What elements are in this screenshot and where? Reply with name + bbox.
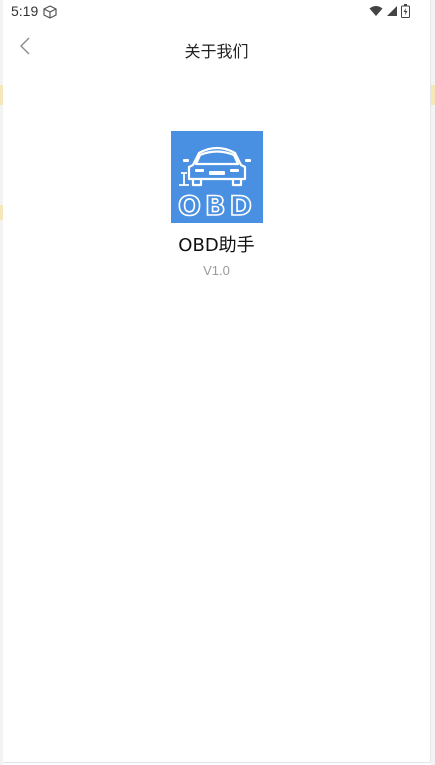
title-bar: 关于我们	[3, 28, 430, 68]
app-name: OBD助手	[178, 235, 255, 256]
wifi-icon	[369, 5, 383, 17]
page-title: 关于我们	[184, 42, 249, 61]
status-icons	[369, 4, 410, 18]
background-app-edge-right	[431, 0, 435, 765]
package-icon	[43, 4, 57, 19]
app-version: V1.0	[203, 263, 230, 278]
status-time: 5:19	[11, 3, 39, 19]
app-logo: OBD	[171, 131, 263, 223]
about-page: 5:19 关于我们 OBD OBD助手 V1.0	[3, 0, 431, 763]
logo-text: OBD	[178, 191, 256, 222]
battery-icon	[401, 4, 410, 18]
status-bar: 5:19	[3, 0, 430, 24]
signal-icon	[386, 5, 398, 17]
